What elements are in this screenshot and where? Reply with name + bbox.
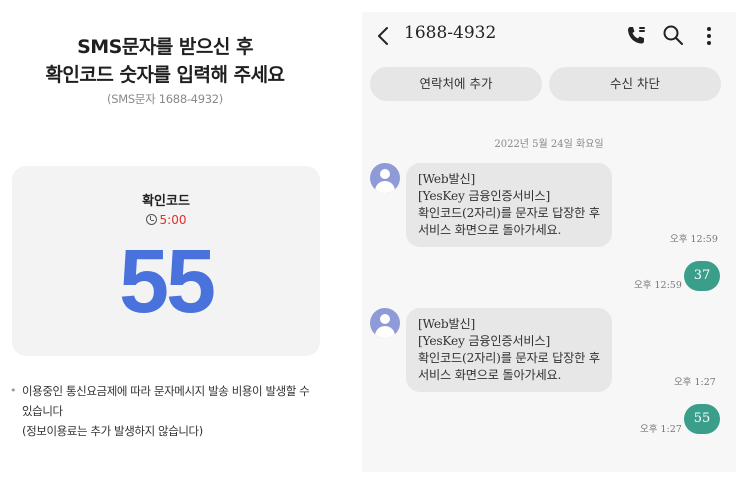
countdown-timer: 5:00 xyxy=(12,213,320,227)
timer-value: 5:00 xyxy=(159,213,187,227)
date-divider: 2022년 5월 24일 화요일 xyxy=(494,139,604,150)
avatar[interactable] xyxy=(370,308,400,338)
sms-sender-subtitle: (SMS문자 1688-4932) xyxy=(107,92,223,106)
message-time: 오후 12:59 xyxy=(670,234,718,245)
bullet-icon: • xyxy=(10,384,17,397)
cost-notice: • 이용중인 통신요금제에 따라 문자메시지 발송 비용이 발생할 수 있습니다… xyxy=(10,381,314,441)
message-line: 확인코드(2자리)를 문자로 답장한 후 xyxy=(418,351,600,365)
message-time: 오후 1:27 xyxy=(674,377,716,388)
message-line: [Web발신] xyxy=(418,317,476,331)
clock-icon xyxy=(145,214,157,225)
notice-line2: 있습니다 xyxy=(22,404,63,418)
outgoing-message[interactable]: 55 xyxy=(684,404,720,434)
notice-line3: (정보이용료는 추가 발생하지 않습니다) xyxy=(22,424,203,438)
sms-conversation-screen: 1688-4932 연락처에 추가 수신 차단 2022년 5월 24일 화요일… xyxy=(362,12,736,472)
message-line: [YesKey 금융인증서비스] xyxy=(418,189,550,203)
message-line: 확인코드(2자리)를 문자로 답장한 후 xyxy=(418,206,600,220)
add-contact-button[interactable]: 연락처에 추가 xyxy=(370,67,542,101)
verification-code-card: 확인코드 5:00 55 xyxy=(12,166,320,356)
more-icon[interactable] xyxy=(700,24,718,48)
message-line: 서비스 화면으로 돌아가세요. xyxy=(418,223,562,237)
verification-code: 55 xyxy=(118,232,216,332)
message-line: 서비스 화면으로 돌아가세요. xyxy=(418,368,562,382)
verification-panel: SMS문자를 받으신 후 확인코드 숫자를 입력해 주세요 (SMS문자 168… xyxy=(0,0,330,483)
block-sender-button[interactable]: 수신 차단 xyxy=(549,67,721,101)
message-line: [Web발신] xyxy=(418,172,476,186)
code-label: 확인코드 xyxy=(142,194,190,209)
message-time: 오후 12:59 xyxy=(634,280,682,291)
incoming-message[interactable]: [Web발신] [YesKey 금융인증서비스] 확인코드(2자리)를 문자로 … xyxy=(406,163,612,247)
instruction-title-line1: SMS문자를 받으신 후 xyxy=(77,36,253,58)
contact-number: 1688-4932 xyxy=(404,23,497,43)
avatar[interactable] xyxy=(370,163,400,193)
outgoing-message[interactable]: 37 xyxy=(684,261,720,291)
message-time: 오후 1:27 xyxy=(640,424,682,435)
incoming-message[interactable]: [Web발신] [YesKey 금융인증서비스] 확인코드(2자리)를 문자로 … xyxy=(406,308,612,392)
call-icon[interactable] xyxy=(624,24,648,48)
back-icon[interactable] xyxy=(374,25,394,47)
message-line: [YesKey 금융인증서비스] xyxy=(418,334,550,348)
search-icon[interactable] xyxy=(662,24,684,46)
conversation-header: 1688-4932 xyxy=(362,12,736,60)
instruction-title-line2: 확인코드 숫자를 입력해 주세요 xyxy=(45,64,285,86)
notice-line1: 이용중인 통신요금제에 따라 문자메시지 발송 비용이 발생할 수 xyxy=(22,384,310,398)
